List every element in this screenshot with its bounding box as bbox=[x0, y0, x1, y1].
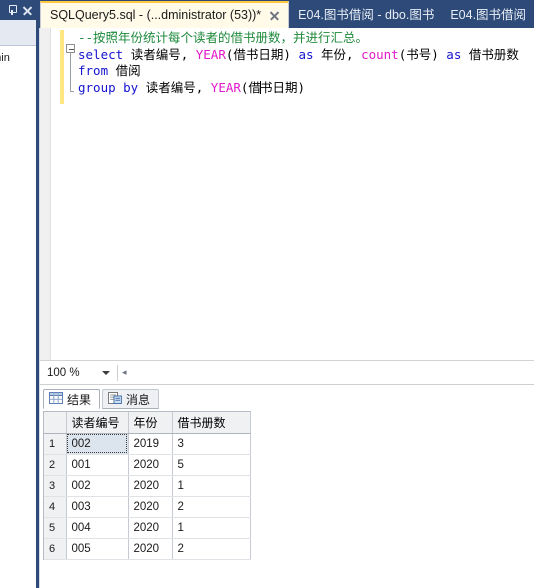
grid-cell[interactable]: 2 bbox=[172, 538, 251, 560]
row-number[interactable]: 2 bbox=[44, 454, 67, 476]
left-panel-titlebar bbox=[0, 0, 36, 20]
grid-cell[interactable]: 2020 bbox=[128, 538, 173, 560]
code-token-plain: 读者编号, bbox=[130, 46, 196, 62]
table-row[interactable]: 2 001 2020 5 bbox=[44, 454, 251, 476]
tab-label: E04.图书借阅 - dbo.图书 bbox=[298, 7, 435, 22]
code-token-func: YEAR bbox=[210, 79, 241, 95]
code-token-func: count bbox=[361, 46, 399, 62]
message-icon bbox=[108, 391, 122, 407]
zoom-level-combobox[interactable]: 100 % bbox=[41, 362, 115, 383]
grid-cell[interactable]: 004 bbox=[66, 517, 129, 539]
editor-selection-margin bbox=[40, 28, 51, 360]
outlining-line bbox=[70, 53, 71, 92]
grid-cell[interactable]: 2 bbox=[172, 496, 251, 518]
table-row[interactable]: 6 005 2020 2 bbox=[44, 538, 251, 560]
grid-cell[interactable]: 2019 bbox=[128, 433, 173, 455]
column-header-count[interactable]: 借书册数 bbox=[172, 412, 251, 434]
grid-cell[interactable]: 2020 bbox=[128, 496, 173, 518]
code-token-plain: 读者编号, bbox=[145, 79, 211, 95]
code-token-plain: 书日期) bbox=[259, 79, 305, 95]
results-tabstrip: 结果 消息 bbox=[40, 387, 160, 409]
left-panel-body: dmin bbox=[0, 46, 36, 588]
code-token-plain: (借书日期) bbox=[225, 46, 299, 62]
grid-cell[interactable]: 005 bbox=[66, 538, 129, 560]
close-icon[interactable] bbox=[268, 9, 281, 22]
grid-cell[interactable]: 1 bbox=[172, 475, 251, 497]
grid-cell[interactable]: 2020 bbox=[128, 454, 173, 476]
tab-book-borrow[interactable]: E04.图书借阅 bbox=[441, 2, 533, 28]
tab-label: 消息 bbox=[126, 392, 151, 407]
grid-cell[interactable]: 5 bbox=[172, 454, 251, 476]
results-grid[interactable]: 读者编号 年份 借书册数 1 002 2019 3 2 001 2020 5 3 002 2020 1… bbox=[43, 411, 251, 560]
grid-cell[interactable]: 2020 bbox=[128, 517, 173, 539]
pin-icon[interactable] bbox=[7, 4, 18, 16]
row-number[interactable]: 6 bbox=[44, 538, 67, 560]
grid-cell[interactable]: 3 bbox=[172, 433, 251, 455]
code-line-1: --按照年份统计每个读者的借书册数，并进行汇总。 bbox=[78, 30, 519, 47]
chevron-down-icon[interactable] bbox=[102, 370, 110, 375]
code-token-plain: (书号) bbox=[398, 46, 447, 62]
code-token-keyword: select bbox=[78, 46, 131, 62]
nav-arrow-icon[interactable]: ◂ bbox=[122, 368, 127, 377]
grid-cell[interactable]: 002 bbox=[66, 475, 129, 497]
code-token-plain: 借书册数 bbox=[468, 46, 519, 62]
grid-icon bbox=[49, 391, 63, 407]
results-table: 读者编号 年份 借书册数 1 002 2019 3 2 001 2020 5 3 002 2020 1… bbox=[44, 412, 251, 560]
ssms-window: dmin SQLQuery5.sql - (...dministrator (5… bbox=[0, 0, 534, 588]
code-token-keyword: as bbox=[446, 46, 469, 62]
code-line-3: from 借阅 bbox=[78, 63, 519, 80]
grid-cell[interactable]: 001 bbox=[66, 454, 129, 476]
results-pane: 结果 消息 读者编号 年份 借书册数 1 002 2019 3 2 001 20… bbox=[40, 384, 534, 588]
column-header-year[interactable]: 年份 bbox=[128, 412, 173, 434]
document-tabstrip: SQLQuery5.sql - (...dministrator (53))* … bbox=[40, 0, 534, 28]
grid-cell[interactable]: 002 bbox=[66, 433, 129, 455]
left-docked-panel: dmin bbox=[0, 0, 36, 588]
table-row[interactable]: 1 002 2019 3 bbox=[44, 433, 251, 455]
editor-zoom-bar: 100 % ◂ bbox=[40, 360, 534, 384]
code-token-func: YEAR bbox=[195, 46, 226, 62]
table-row[interactable]: 3 002 2020 1 bbox=[44, 475, 251, 497]
table-row[interactable]: 5 004 2020 1 bbox=[44, 517, 251, 539]
grid-cell[interactable]: 2020 bbox=[128, 475, 173, 497]
grid-cell[interactable]: 1 bbox=[172, 517, 251, 539]
code-line-2: select 读者编号, YEAR(借书日期) as 年份, count(书号)… bbox=[78, 47, 519, 64]
code-token-plain: 年份, bbox=[321, 46, 362, 62]
outlining-foot bbox=[70, 91, 74, 92]
row-number[interactable]: 5 bbox=[44, 517, 67, 539]
outlining-margin[interactable] bbox=[65, 28, 78, 360]
table-row[interactable]: 4 003 2020 2 bbox=[44, 496, 251, 518]
row-number[interactable]: 4 bbox=[44, 496, 67, 518]
sql-code-editor[interactable]: --按照年份统计每个读者的借书册数，并进行汇总。 select 读者编号, YEA… bbox=[40, 28, 534, 360]
table-header-row: 读者编号 年份 借书册数 bbox=[44, 412, 251, 434]
code-token-plain: (借 bbox=[240, 79, 261, 95]
tab-results[interactable]: 结果 bbox=[43, 389, 101, 409]
tab-sqlquery5[interactable]: SQLQuery5.sql - (...dministrator (53))* bbox=[40, 1, 290, 28]
toolbar-separator bbox=[117, 364, 118, 381]
grid-corner-header[interactable] bbox=[44, 412, 67, 434]
code-line-4: group by 读者编号, YEAR(借书日期) bbox=[78, 80, 519, 97]
tab-label: 结果 bbox=[67, 392, 92, 407]
code-token-keyword: group by bbox=[78, 79, 146, 95]
column-header-reader[interactable]: 读者编号 bbox=[66, 412, 129, 434]
zoom-level-value: 100 % bbox=[47, 366, 80, 379]
close-icon[interactable] bbox=[21, 4, 34, 17]
code-token-keyword: as bbox=[298, 46, 322, 62]
row-number[interactable]: 1 bbox=[44, 433, 67, 455]
tab-dbo-book[interactable]: E04.图书借阅 - dbo.图书 bbox=[289, 2, 441, 28]
collapse-minus-icon[interactable] bbox=[66, 44, 75, 53]
tab-messages[interactable]: 消息 bbox=[102, 389, 160, 409]
left-panel-clipped-text: dmin bbox=[0, 52, 10, 64]
tab-label: E04.图书借阅 bbox=[450, 7, 527, 22]
row-number[interactable]: 3 bbox=[44, 475, 67, 497]
left-panel-toolbar bbox=[0, 20, 36, 46]
tab-label: SQLQuery5.sql - (...dministrator (53))* bbox=[50, 8, 262, 23]
code-token-comment: --按照年份统计每个读者的借书册数，并进行汇总。 bbox=[78, 30, 369, 45]
code-token-plain: 借阅 bbox=[115, 63, 141, 78]
code-text[interactable]: --按照年份统计每个读者的借书册数，并进行汇总。 select 读者编号, YEA… bbox=[78, 30, 519, 96]
grid-cell[interactable]: 003 bbox=[66, 496, 129, 518]
code-token-keyword: from bbox=[78, 63, 116, 78]
change-tracking-bar bbox=[60, 30, 64, 104]
